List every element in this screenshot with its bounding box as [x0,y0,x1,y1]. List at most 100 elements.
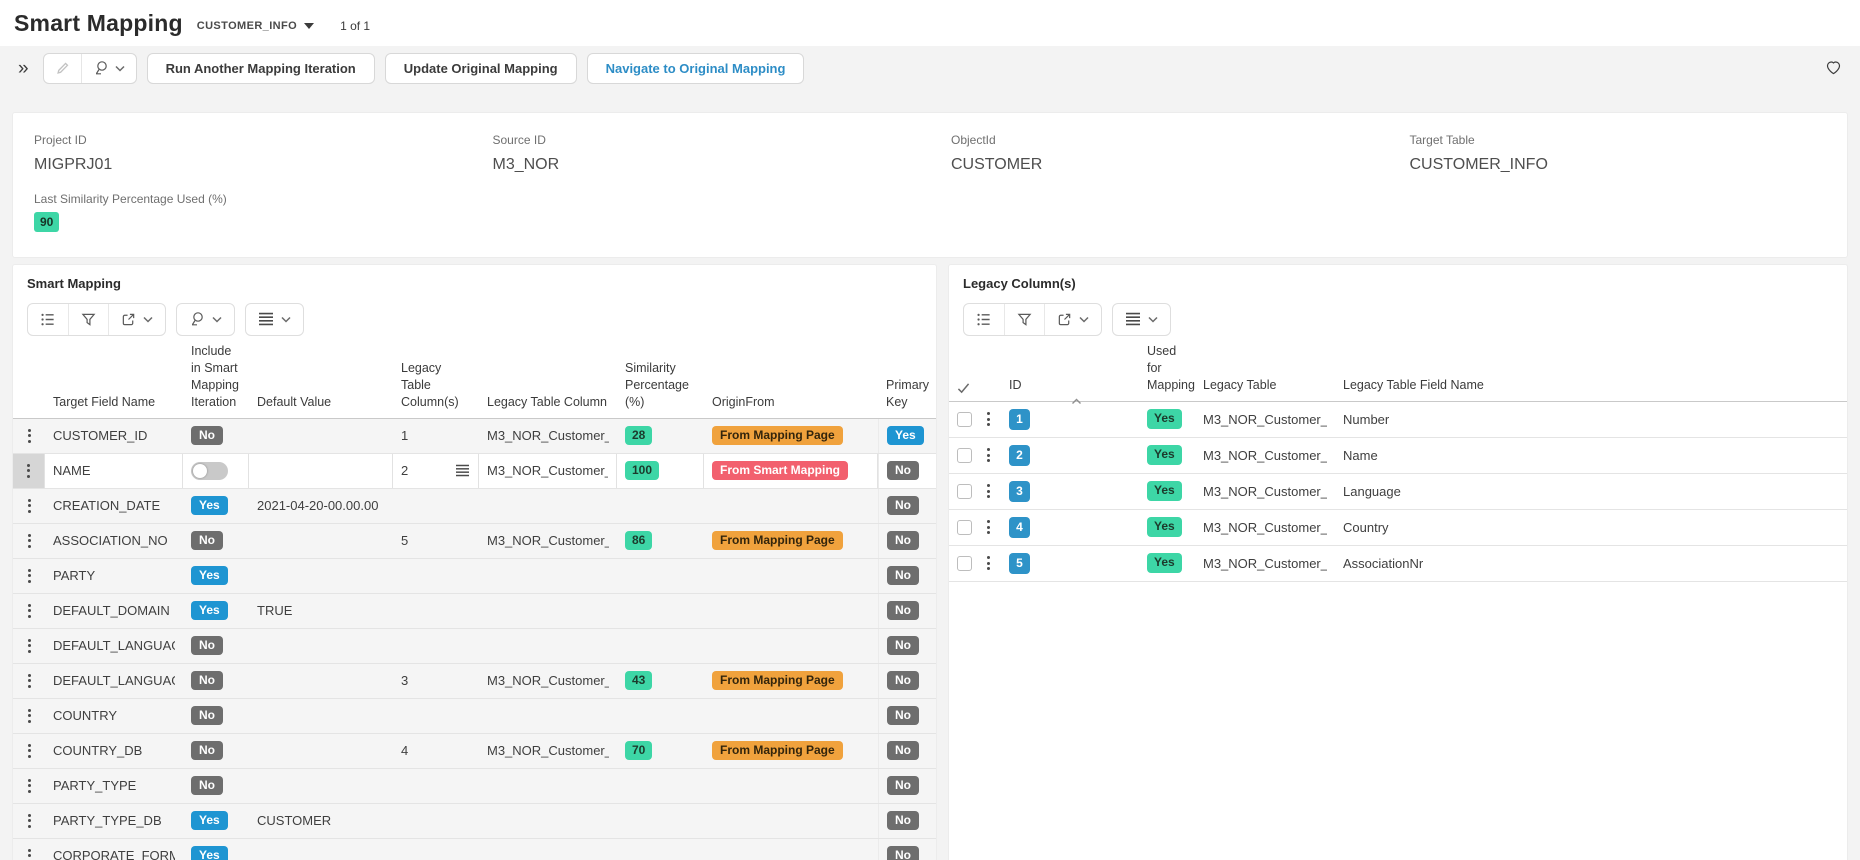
include-in-iteration-cell: No [183,706,249,726]
table-row[interactable]: DEFAULT_LANGUAGENo3M3_NOR_Customer_M343F… [13,664,936,699]
row-menu-kebab-icon[interactable] [24,461,33,481]
field-source-id: Source ID M3_NOR [472,133,931,174]
header-legacy-table-column[interactable]: Legacy Table Column [479,390,617,418]
row-menu-kebab-icon[interactable] [984,517,993,537]
legacy-columns-panel-title: Legacy Column(s) [949,265,1847,299]
column-list-button[interactable] [28,304,68,335]
filter-button[interactable] [1004,304,1044,335]
row-menu-kebab-icon[interactable] [25,496,34,516]
header-legacy-table-columns[interactable]: Legacy Table Column(s) [393,356,479,418]
row-menu-kebab-icon[interactable] [25,741,34,761]
row-menu-kebab-icon[interactable] [25,566,34,586]
table-row[interactable]: PARTY_TYPENoNo [13,769,936,804]
table-row[interactable]: CUSTOMER_IDNo1M3_NOR_Customer_M328From M… [13,419,936,454]
include-badge: No [191,426,223,446]
table-row[interactable]: 5YesM3_NOR_Customer_M3AssociationNr [949,546,1847,582]
row-menu-kebab-icon[interactable] [984,409,993,429]
table-row[interactable]: PARTY_TYPE_DBYesCUSTOMERNo [13,804,936,839]
table-row[interactable]: 1YesM3_NOR_Customer_M3Number [949,402,1847,438]
row-menu-kebab-icon[interactable] [25,531,34,551]
header-include-in-iteration[interactable]: Include in Smart Mapping Iteration [183,339,249,418]
export-button[interactable] [108,304,165,335]
field-value: CUSTOMER [951,156,1389,174]
filter-button[interactable] [68,304,108,335]
field-label: Source ID [493,133,931,147]
chevron-down-icon [143,316,153,323]
row-height-button[interactable] [1113,304,1170,335]
table-row[interactable]: PARTYYesNo [13,559,936,594]
table-row[interactable]: COUNTRY_DBNo4M3_NOR_Customer_M370From Ma… [13,734,936,769]
used-for-mapping-badge: Yes [1147,445,1182,465]
legacy-table-cell: M3_NOR_Customer_M3 [1195,484,1335,499]
id-chip: 5 [1009,553,1030,574]
row-menu-kebab-icon[interactable] [25,811,34,831]
row-height-button[interactable] [246,304,303,335]
update-original-mapping-button[interactable]: Update Original Mapping [385,53,577,84]
legacy-table-column-cell: M3_NOR_Customer_M3 [479,533,617,548]
header-target-field-name[interactable]: Target Field Name [45,390,183,418]
legacy-field-name-value: AssociationNr [1343,556,1423,571]
legacy-table-columns-value: 3 [401,673,408,688]
header-id[interactable]: ID [1001,373,1139,401]
row-checkbox[interactable] [957,556,972,571]
header-origin-from[interactable]: OriginFrom [704,390,878,418]
include-toggle-off[interactable] [191,462,228,480]
row-menu-kebab-icon[interactable] [25,846,34,860]
header-default-value[interactable]: Default Value [249,390,393,418]
row-menu-kebab-icon[interactable] [984,481,993,501]
column-list-button[interactable] [964,304,1004,335]
table-row[interactable]: COUNTRYNoNo [13,699,936,734]
row-menu-kebab-icon[interactable] [984,445,993,465]
favorite-button[interactable] [1825,60,1846,76]
header-used-for-mapping[interactable]: Used for Mapping [1139,339,1195,401]
header-legacy-table[interactable]: Legacy Table [1195,373,1335,401]
header-select-all[interactable] [949,378,975,401]
lookup-list-icon[interactable] [455,464,470,477]
row-menu-cell [13,496,45,516]
table-row[interactable]: DEFAULT_DOMAINYesTRUENo [13,594,936,629]
legacy-table-cell: M3_NOR_Customer_M3 [1195,412,1335,427]
run-another-mapping-iteration-button[interactable]: Run Another Mapping Iteration [147,53,375,84]
entity-selector[interactable]: CUSTOMER_INFO [197,20,314,32]
chevron-down-icon [212,316,222,323]
edit-button[interactable] [44,54,81,83]
row-menu-kebab-icon[interactable] [25,426,34,446]
row-menu-kebab-icon[interactable] [25,636,34,656]
table-row[interactable]: CORPORATE_FORMYesNo [13,839,936,860]
target-field-name: COUNTRY_DB [53,743,142,758]
export-button[interactable] [1044,304,1101,335]
row-menu-kebab-icon[interactable] [984,553,993,573]
row-menu-kebab-icon[interactable] [25,776,34,796]
row-menu-kebab-icon[interactable] [25,671,34,691]
table-row[interactable]: CREATION_DATEYes2021-04-20-00.00.00No [13,489,936,524]
header-similarity-percentage[interactable]: Similarity Percentage (%) [617,356,704,418]
smart-mapping-seal-button[interactable] [81,54,136,83]
target-field-name-cell: CREATION_DATE [45,498,183,513]
similarity-badge: 86 [625,531,652,551]
row-checkbox[interactable] [957,448,972,463]
table-row[interactable]: 4YesM3_NOR_Customer_M3Country [949,510,1847,546]
include-badge: Yes [191,601,228,621]
similarity-cell: 100 [617,454,704,488]
row-checkbox[interactable] [957,412,972,427]
row-menu-cell [13,776,45,796]
smart-mapping-panel-title: Smart Mapping [13,265,936,299]
header-primary-key[interactable]: Primary Key [878,373,937,418]
navigate-to-original-mapping-button[interactable]: Navigate to Original Mapping [587,53,805,84]
table-row[interactable]: ASSOCIATION_NONo5M3_NOR_Customer_M386Fro… [13,524,936,559]
row-checkbox[interactable] [957,520,972,535]
target-field-name: NAME [53,463,91,478]
row-menu-kebab-icon[interactable] [25,601,34,621]
toggle-knob [193,464,207,478]
table-row[interactable]: DEFAULT_LANGUAGENoNo [13,629,936,664]
row-checkbox[interactable] [957,484,972,499]
expand-panel-icon[interactable]: » [14,59,33,78]
header-legacy-table-field-name[interactable]: Legacy Table Field Name [1335,373,1847,401]
smart-mapping-actions-button[interactable] [177,304,234,335]
table-row[interactable]: 3YesM3_NOR_Customer_M3Language [949,474,1847,510]
table-row[interactable]: 2YesM3_NOR_Customer_M3Name [949,438,1847,474]
legacy-table-columns-value: 4 [401,743,408,758]
row-menu-kebab-icon[interactable] [25,706,34,726]
row-menu-cell [975,409,1001,429]
table-row[interactable]: NAME2M3_NOR_Customer_M3100From Smart Map… [13,454,936,489]
